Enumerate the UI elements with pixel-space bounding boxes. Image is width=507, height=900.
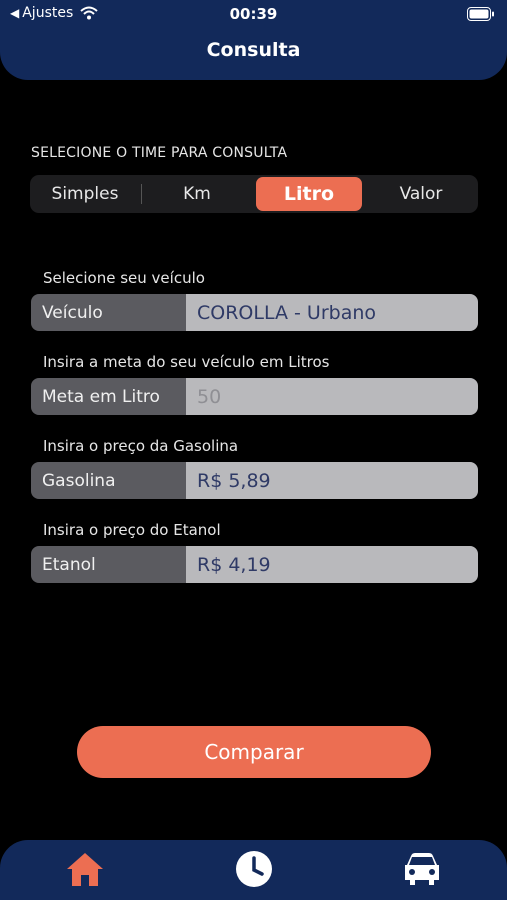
tab-litro[interactable]: Litro [256,177,362,211]
mode-selector: Simples Km Litro Valor [30,175,478,213]
goal-label: Insira a meta do seu veículo em Litros [43,353,330,371]
tab-history[interactable] [235,850,273,892]
segment-divider [141,184,142,204]
tab-bar [0,840,507,900]
home-icon [67,853,103,886]
page-title: Consulta [206,39,301,61]
goal-field-name: Meta em Litro [31,378,186,415]
vehicle-label: Selecione seu veículo [43,269,205,287]
ethanol-field-name: Etanol [31,546,186,583]
status-time: 00:39 [229,5,278,23]
tab-home[interactable] [65,850,105,892]
vehicle-field[interactable]: Veículo COROLLA - Urbano [31,294,478,331]
compare-button[interactable]: Comparar [77,726,431,778]
clock-icon [236,851,272,887]
ethanol-label: Insira o preço do Etanol [43,521,221,539]
gasoline-field-name: Gasolina [31,462,186,499]
tab-simples[interactable]: Simples [32,177,138,211]
gasoline-input[interactable]: R$ 5,89 [186,462,478,499]
tab-km[interactable]: Km [144,177,250,211]
tab-valor[interactable]: Valor [368,177,474,211]
gasoline-field[interactable]: Gasolina R$ 5,89 [31,462,478,499]
header: ◀ Ajustes 00:39 Consulta [0,0,507,80]
vehicle-select[interactable]: COROLLA - Urbano [186,294,478,331]
selector-label: SELECIONE O TIME PARA CONSULTA [31,145,288,161]
ethanol-input[interactable]: R$ 4,19 [186,546,478,583]
tab-vehicles[interactable] [402,850,442,892]
battery-icon [467,6,495,25]
vehicle-field-name: Veículo [31,294,186,331]
goal-input[interactable]: 50 [186,378,478,415]
ethanol-field[interactable]: Etanol R$ 4,19 [31,546,478,583]
car-icon [405,853,439,885]
status-bar: ◀ Ajustes 00:39 [0,0,507,28]
gasoline-label: Insira o preço da Gasolina [43,437,239,455]
goal-field[interactable]: Meta em Litro 50 [31,378,478,415]
